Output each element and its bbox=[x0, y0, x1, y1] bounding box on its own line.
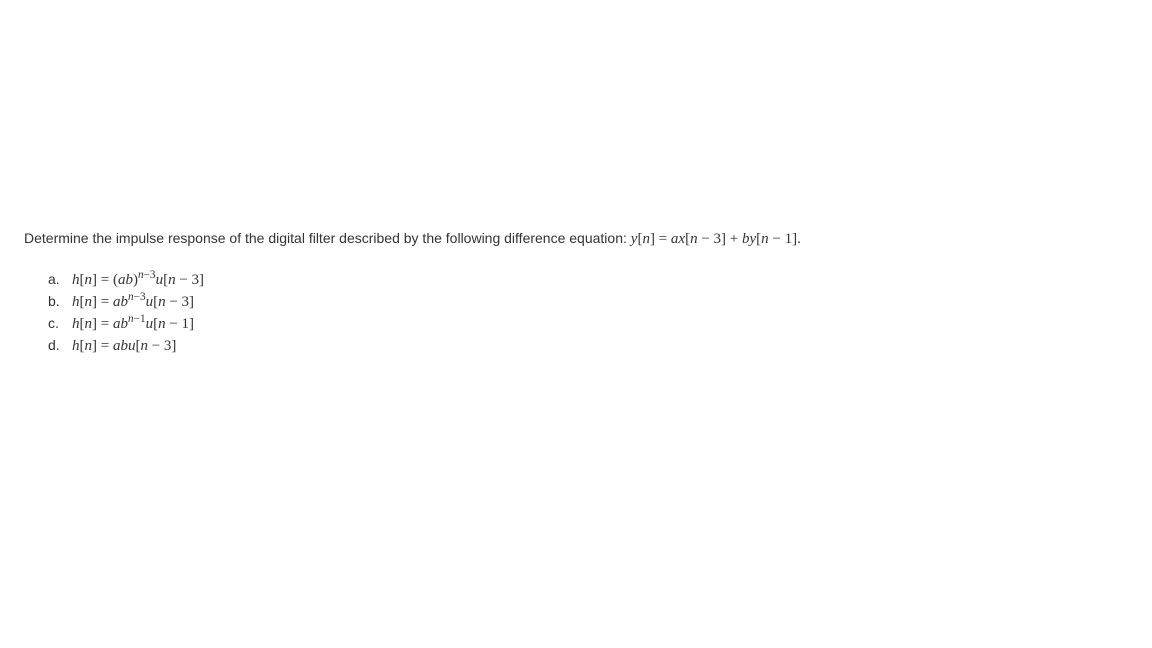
option-label: a. bbox=[48, 271, 72, 287]
option-label: c. bbox=[48, 315, 72, 331]
option-b: b. h[n] = abn−3u[n − 3] bbox=[48, 293, 1152, 311]
option-label: d. bbox=[48, 337, 72, 353]
question-prompt: Determine the impulse response of the di… bbox=[24, 228, 1152, 251]
option-formula: h[n] = abn−3u[n − 3] bbox=[72, 294, 194, 311]
prompt-text: Determine the impulse response of the di… bbox=[24, 230, 631, 246]
option-c: c. h[n] = abn−1u[n − 1] bbox=[48, 315, 1152, 333]
option-d: d. h[n] = abu[n − 3] bbox=[48, 337, 1152, 355]
option-formula: h[n] = abn−1u[n − 1] bbox=[72, 316, 194, 333]
option-a: a. h[n] = (ab)n−3u[n − 3] bbox=[48, 271, 1152, 289]
option-formula: h[n] = abu[n − 3] bbox=[72, 338, 176, 355]
option-formula: h[n] = (ab)n−3u[n − 3] bbox=[72, 272, 204, 289]
options-list: a. h[n] = (ab)n−3u[n − 3] b. h[n] = abn−… bbox=[48, 271, 1152, 355]
option-label: b. bbox=[48, 293, 72, 309]
prompt-equation: y[n] = ax[n − 3] + by[n − 1]. bbox=[631, 231, 801, 247]
